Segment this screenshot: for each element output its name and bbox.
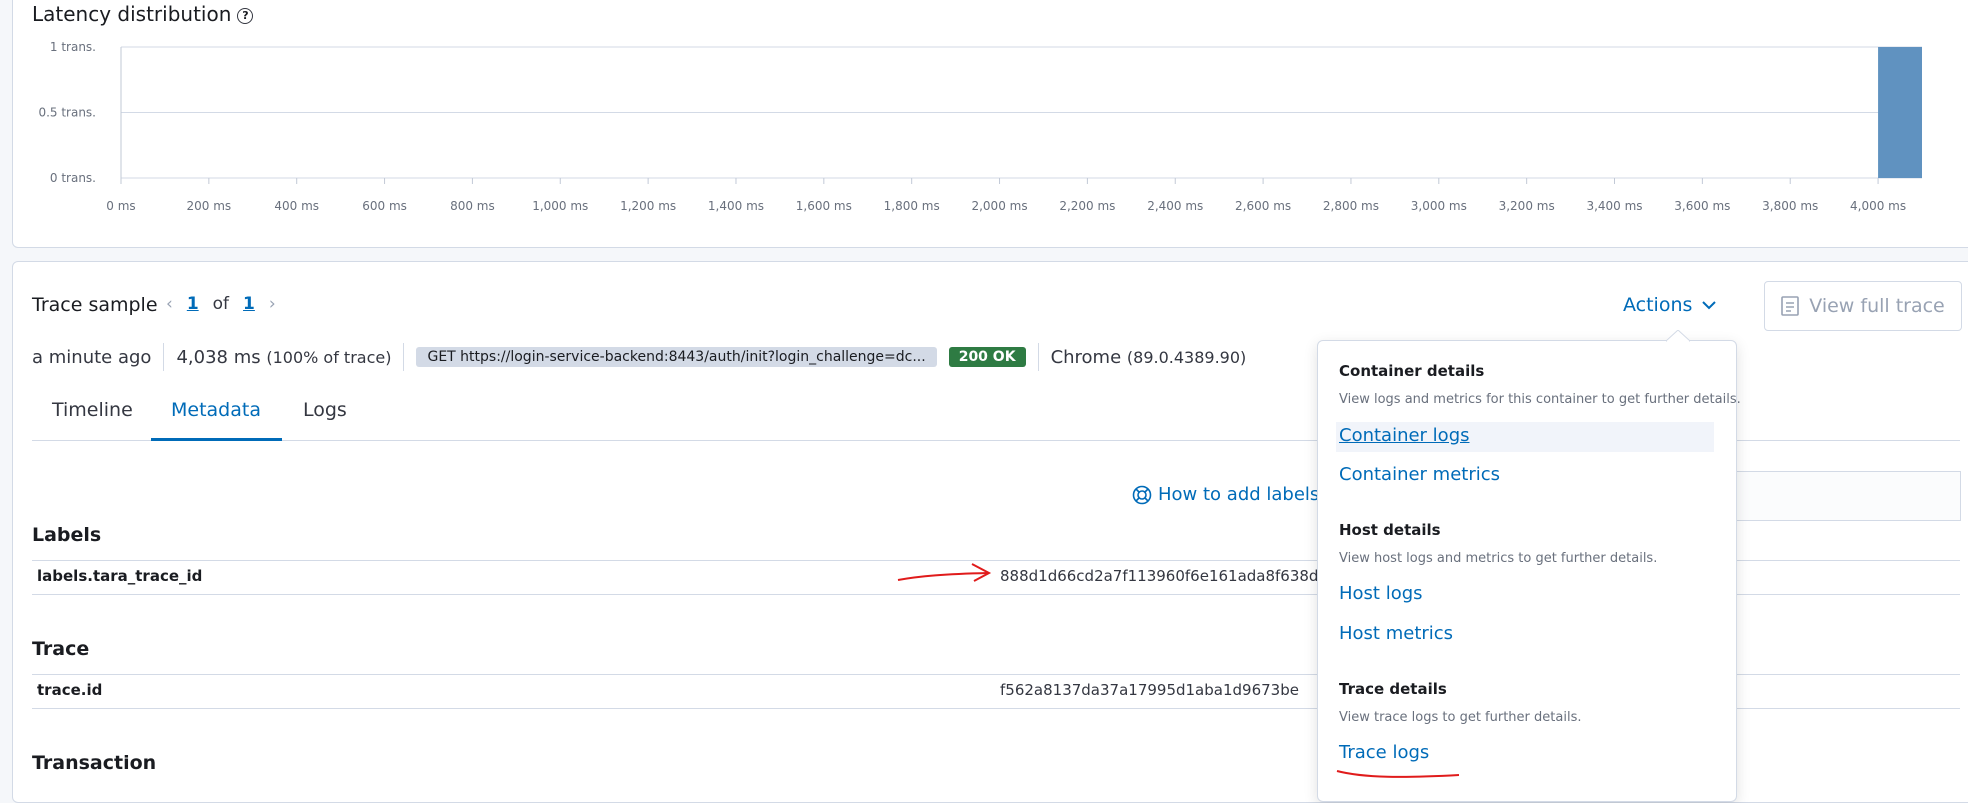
tab-timeline[interactable]: Timeline xyxy=(52,399,133,421)
x-tick-label: 600 ms xyxy=(362,199,407,213)
annotation-underline xyxy=(1336,770,1460,778)
annotation-arrow xyxy=(897,563,992,582)
chevron-right-icon[interactable]: › xyxy=(269,294,276,314)
host-metrics-link[interactable]: Host metrics xyxy=(1339,623,1453,644)
metadata-search-input[interactable] xyxy=(1700,471,1961,521)
divider xyxy=(1037,343,1039,371)
tab-active-indicator xyxy=(151,438,282,441)
document-icon xyxy=(1781,296,1800,316)
trace-details-desc: View trace logs to get further details. xyxy=(1339,710,1582,725)
x-tick-label: 3,000 ms xyxy=(1411,199,1467,213)
labels-section-title: Labels xyxy=(32,524,102,546)
y-tick-label: 0.5 trans. xyxy=(38,106,96,120)
chevron-down-icon xyxy=(1702,301,1717,310)
duration: 4,038 ms (100% of trace) xyxy=(176,346,392,368)
divider xyxy=(403,343,405,371)
transaction-section-title: Transaction xyxy=(32,752,157,774)
x-tick-label: 1,400 ms xyxy=(708,199,764,213)
trace-id-value: f562a8137da37a17995d1aba1d9673be xyxy=(1000,681,1299,699)
popover-arrow xyxy=(1666,330,1690,342)
request-badge: GET https://login-service-backend:8443/a… xyxy=(416,347,937,367)
host-details-desc: View host logs and metrics to get furthe… xyxy=(1339,551,1658,566)
container-details-title: Container details xyxy=(1339,362,1485,380)
tab-logs[interactable]: Logs xyxy=(303,399,347,421)
actions-button[interactable]: Actions xyxy=(1623,294,1717,316)
x-tick-label: 1,600 ms xyxy=(796,199,852,213)
x-tick-label: 1,200 ms xyxy=(620,199,676,213)
x-tick-label: 3,800 ms xyxy=(1762,199,1818,213)
x-tick-label: 3,600 ms xyxy=(1674,199,1730,213)
tab-metadata[interactable]: Metadata xyxy=(171,399,261,421)
time-ago: a minute ago xyxy=(32,346,152,368)
container-metrics-link[interactable]: Container metrics xyxy=(1339,464,1500,485)
y-tick-label: 0 trans. xyxy=(50,171,96,185)
browser: Chrome (89.0.4389.90) xyxy=(1050,346,1247,368)
x-tick-label: 2,200 ms xyxy=(1059,199,1115,213)
x-tick-label: 3,400 ms xyxy=(1586,199,1642,213)
labels-key: labels.tara_trace_id xyxy=(37,567,203,585)
x-tick-label: 2,600 ms xyxy=(1235,199,1291,213)
x-tick-label: 3,200 ms xyxy=(1499,199,1555,213)
trace-pager: ‹ 1 of 1 › xyxy=(166,294,276,314)
latency-chart: 1 trans. 0.5 trans. 0 trans. 0 ms 200 ms 400 … xyxy=(38,40,1922,213)
latency-bar xyxy=(1878,47,1922,178)
x-tick-label: 800 ms xyxy=(450,199,495,213)
trace-details-title: Trace details xyxy=(1339,680,1447,698)
x-tick-label: 2,800 ms xyxy=(1323,199,1379,213)
divider xyxy=(163,343,165,371)
pager-current[interactable]: 1 xyxy=(187,294,199,314)
host-logs-link[interactable]: Host logs xyxy=(1339,583,1423,604)
labels-value: 888d1d66cd2a7f113960f6e161ada8f638dec xyxy=(1000,567,1336,585)
status-badge: 200 OK xyxy=(948,347,1026,367)
trace-logs-link[interactable]: Trace logs xyxy=(1339,742,1429,763)
chevron-left-icon[interactable]: ‹ xyxy=(166,294,173,314)
trace-summary: a minute ago 4,038 ms (100% of trace) GE… xyxy=(32,342,1246,372)
container-details-desc: View logs and metrics for this container… xyxy=(1339,392,1741,407)
x-tick-label: 2,400 ms xyxy=(1147,199,1203,213)
trace-section-title: Trace xyxy=(32,638,90,660)
view-full-trace-button[interactable]: View full trace xyxy=(1764,281,1962,331)
container-logs-link[interactable]: Container logs xyxy=(1339,425,1470,446)
y-tick-label: 1 trans. xyxy=(50,40,96,54)
x-tick-label: 2,000 ms xyxy=(971,199,1027,213)
actions-popover xyxy=(1317,340,1737,802)
x-tick-label: 200 ms xyxy=(187,199,232,213)
x-tick-label: 1,800 ms xyxy=(884,199,940,213)
host-details-title: Host details xyxy=(1339,521,1441,539)
lifebuoy-icon xyxy=(1132,485,1152,504)
how-to-add-labels-link[interactable]: How to add labels a xyxy=(1132,484,1336,505)
x-tick-label: 0 ms xyxy=(106,199,135,213)
pager-total[interactable]: 1 xyxy=(243,294,255,314)
trace-sample-title: Trace sample xyxy=(32,294,158,316)
x-tick-label: 400 ms xyxy=(274,199,319,213)
trace-id-key: trace.id xyxy=(37,681,103,699)
pager-of: of xyxy=(212,294,230,314)
x-tick-label: 4,000 ms xyxy=(1850,199,1906,213)
x-tick-label: 1,000 ms xyxy=(532,199,588,213)
